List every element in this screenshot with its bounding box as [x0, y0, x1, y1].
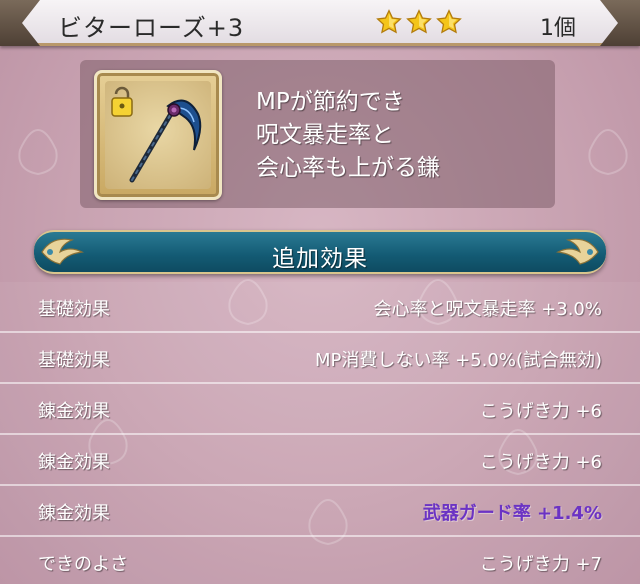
section-banner: 追加効果	[34, 230, 606, 274]
effect-value: こうげき力 +6	[479, 401, 602, 422]
star-icon	[376, 9, 402, 34]
effect-row: 錬金効果 こうげき力 +6	[0, 435, 640, 486]
effect-label: 錬金効果	[38, 452, 110, 473]
star-icon	[406, 9, 432, 34]
description-line: MPが節約でき	[256, 89, 405, 115]
star-rating	[376, 9, 462, 35]
effect-value: MP消費しない率 +5.0%(試合無効)	[315, 350, 602, 371]
item-header: ビターローズ+3 1個	[0, 0, 640, 46]
description-line: 会心率も上がる鎌	[256, 155, 440, 181]
effect-list: 基礎効果 会心率と呪文暴走率 +3.0% 基礎効果 MP消費しない率 +5.0%…	[0, 282, 640, 584]
effect-label: 基礎効果	[38, 299, 110, 320]
section-title: 追加効果	[272, 246, 368, 272]
effect-label: 錬金効果	[38, 503, 110, 524]
lock-icon	[111, 86, 133, 117]
effect-label: できのよさ	[38, 554, 128, 575]
description-line: 呪文暴走率と	[256, 122, 394, 148]
effect-value: こうげき力 +6	[479, 452, 602, 473]
effect-label: 錬金効果	[38, 401, 110, 422]
item-name: ビターローズ+3	[58, 14, 245, 42]
effect-row: 錬金効果 武器ガード率 +1.4%	[0, 486, 640, 537]
effect-value: こうげき力 +7	[479, 554, 602, 575]
effect-label: 基礎効果	[38, 350, 110, 371]
item-count: 1個	[540, 16, 576, 41]
scythe-icon	[111, 86, 202, 183]
effect-value: 会心率と呪文暴走率 +3.0%	[373, 299, 602, 320]
effect-row: 基礎効果 会心率と呪文暴走率 +3.0%	[0, 282, 640, 333]
effect-row: 基礎効果 MP消費しない率 +5.0%(試合無効)	[0, 333, 640, 384]
wing-ornament-icon	[555, 238, 599, 265]
effect-row: 錬金効果 こうげき力 +6	[0, 384, 640, 435]
header-corner-right	[600, 0, 640, 46]
header-corner-left	[0, 0, 40, 46]
star-icon	[436, 9, 462, 34]
item-icon-frame[interactable]	[94, 70, 222, 200]
effect-row: できのよさ こうげき力 +7	[0, 537, 640, 584]
item-description: MPが節約でき 呪文暴走率と 会心率も上がる鎌	[256, 86, 546, 185]
effect-value-highlighted: 武器ガード率 +1.4%	[422, 503, 602, 524]
